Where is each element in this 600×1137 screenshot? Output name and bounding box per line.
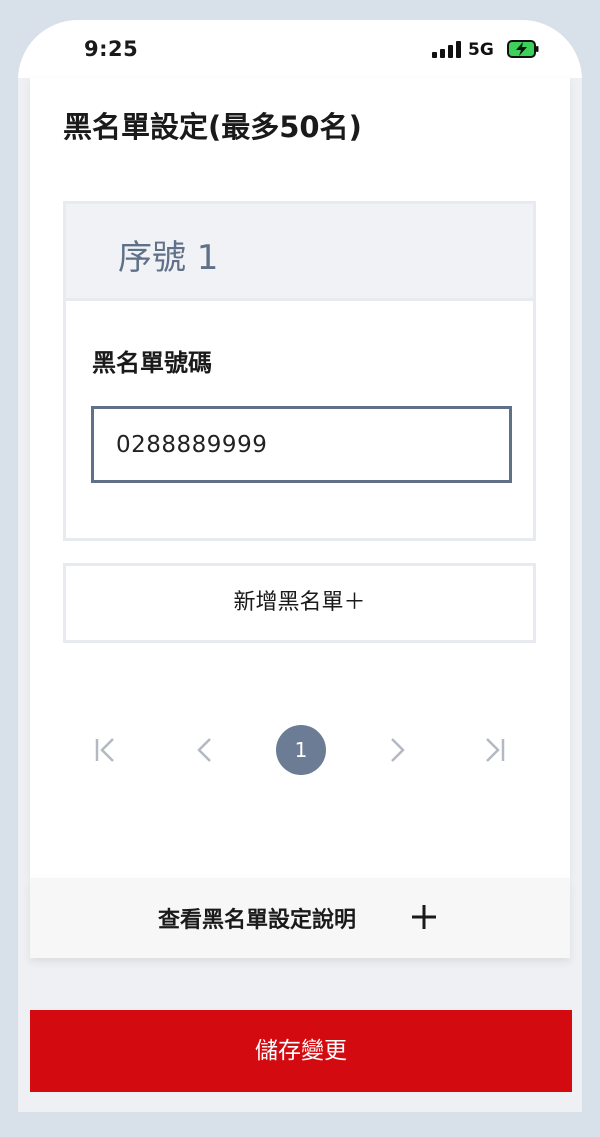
prev-page-icon[interactable]: [180, 725, 230, 775]
save-changes-button[interactable]: 儲存變更: [30, 1010, 572, 1092]
page-title: 黑名單設定(最多50名): [63, 110, 362, 144]
next-page-icon[interactable]: [372, 725, 422, 775]
help-label: 查看黑名單設定說明: [158, 908, 357, 933]
status-time: 9:25: [84, 37, 139, 61]
help-toggle[interactable]: 查看黑名單設定說明: [30, 878, 570, 958]
phone-frame: 9:25 5G 黑名單設定(最多50名) 序號 1 黑名單號碼 02888899…: [0, 0, 600, 1137]
page-1-button[interactable]: 1: [276, 725, 326, 775]
signal-icon: [432, 41, 462, 58]
first-page-icon[interactable]: [80, 725, 130, 775]
network-type: 5G: [468, 40, 494, 60]
blacklist-entry: 序號 1 黑名單號碼: [63, 201, 536, 541]
screen: 9:25 5G 黑名單設定(最多50名) 序號 1 黑名單號碼 02888899…: [18, 20, 582, 1112]
add-blacklist-button[interactable]: 新增黑名單＋: [63, 563, 536, 643]
pagination: 1: [30, 725, 570, 775]
blacklist-card: 黑名單設定(最多50名) 序號 1 黑名單號碼 新增黑名單＋: [30, 78, 570, 878]
plus-icon: [412, 905, 436, 929]
blacklist-number-label: 黑名單號碼: [92, 349, 212, 377]
status-bar: 9:25 5G: [18, 20, 582, 78]
entry-serial-label: 序號 1: [118, 238, 219, 278]
entry-header: 序號 1: [66, 204, 533, 301]
battery-charging-icon: [507, 40, 539, 58]
blacklist-number-input[interactable]: [91, 406, 512, 483]
last-page-icon[interactable]: [470, 725, 520, 775]
